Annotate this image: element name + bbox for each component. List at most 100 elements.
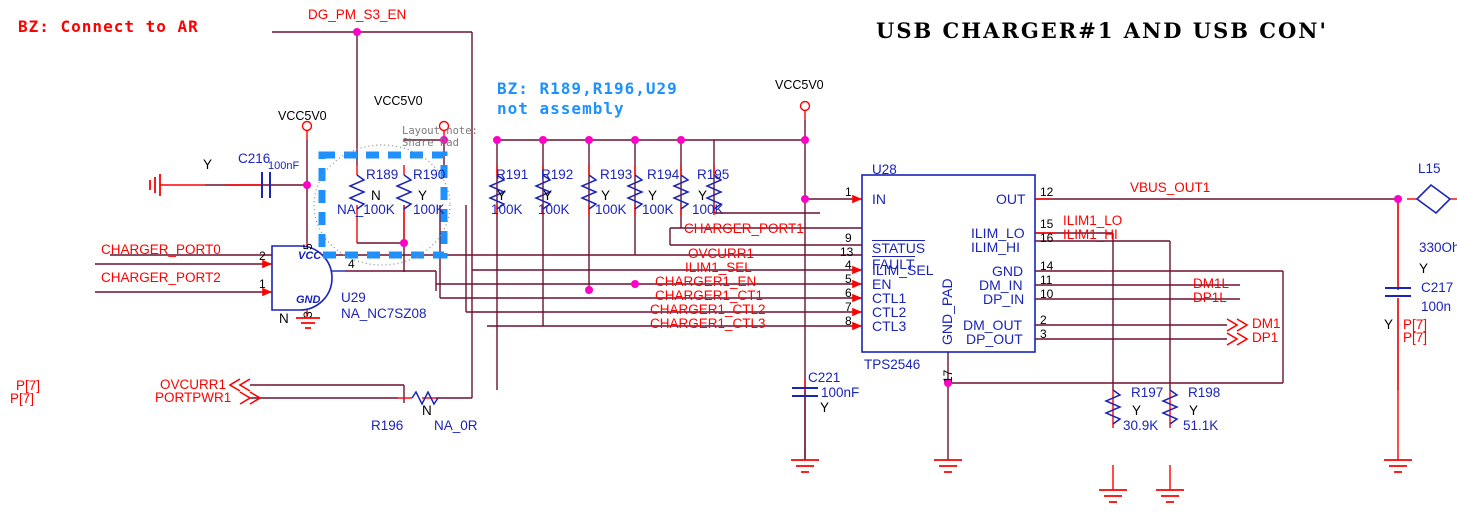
net-label-dp1: DP1 bbox=[1252, 330, 1279, 345]
net-label-dm1: DM1 bbox=[1252, 316, 1281, 331]
u28-pin-label-dm-out: DM_OUT bbox=[963, 317, 1023, 333]
fit-l15: Y bbox=[1419, 261, 1429, 276]
value-c217: 100n bbox=[1421, 299, 1452, 314]
fit-r189: N bbox=[371, 188, 381, 203]
u28-pin-label-ilim-sel: ILIM_SEL bbox=[872, 262, 934, 278]
u28-pin-num-2: 2 bbox=[1040, 313, 1047, 327]
u28-pin-num-9: 9 bbox=[845, 231, 852, 245]
net-label-charger-port2: CHARGER_PORT2 bbox=[101, 270, 221, 285]
u29-pin-num-3: 3 bbox=[301, 311, 315, 318]
schematic-sheet: USB CHARGER#1 AND USB CON' BZ: Connect t… bbox=[0, 0, 1457, 519]
u28-pin-num-6: 6 bbox=[845, 286, 852, 300]
u29-pin-num-1: 1 bbox=[259, 277, 266, 291]
value-l15: 330Oh bbox=[1419, 240, 1457, 255]
u28-pin-label-ctl2: CTL2 bbox=[872, 304, 907, 320]
u28-pin-num-14: 14 bbox=[1040, 259, 1054, 273]
u29-pin-gnd-label: GND bbox=[296, 294, 321, 306]
ref-r196: R196 bbox=[371, 418, 404, 433]
u28-pin-label-status: STATUS bbox=[872, 240, 926, 256]
u28-pin-num-15: 15 bbox=[1040, 217, 1054, 231]
u28-pin-label-out: OUT bbox=[996, 191, 1026, 207]
u28-pin-num-16: 16 bbox=[1040, 231, 1054, 245]
ref-c217: C217 bbox=[1421, 280, 1454, 295]
fit-r190: Y bbox=[418, 188, 428, 203]
value-r195: 100K bbox=[692, 202, 724, 217]
value-c216: 100nF bbox=[268, 160, 300, 172]
u28-pin-num-12: 12 bbox=[1040, 185, 1054, 199]
fit-r197: Y bbox=[1132, 403, 1142, 418]
net-label-ovcurr1: OVCURR1 bbox=[688, 246, 755, 261]
u28-pin-num-17: 17 bbox=[941, 369, 955, 383]
net-label-charger1-ct1: CHARGER1_CT1 bbox=[655, 288, 764, 303]
u28-pin-label-dp-out: DP_OUT bbox=[966, 331, 1023, 347]
u28-pin-label-ctl1: CTL1 bbox=[872, 290, 907, 306]
value-r194: 100K bbox=[642, 202, 674, 217]
page-ref-c217-2: P[7] bbox=[1403, 330, 1428, 345]
u28-pin-label-ilim-lo: ILIM_LO bbox=[971, 225, 1025, 241]
net-label-vbus-out1: VBUS_OUT1 bbox=[1130, 180, 1211, 195]
u28-pin-label-ilim-hi: ILIM_HI bbox=[971, 239, 1021, 255]
u28-pin-num-3: 3 bbox=[1040, 327, 1047, 341]
net-label-ilim1-sel: ILIM1_SEL bbox=[685, 260, 752, 275]
ferrite-bead-symbol bbox=[1415, 183, 1452, 215]
power-label-vcc5v0-mid: VCC5V0 bbox=[374, 94, 423, 108]
value-r196: NA_0R bbox=[434, 418, 478, 433]
u28-pin-label-in: IN bbox=[872, 191, 886, 207]
note-bz-connect: BZ: Connect to AR bbox=[18, 17, 199, 36]
u28-pin-num-13: 13 bbox=[840, 245, 854, 259]
u28-pin-label-gnd-pad: GND_PAD bbox=[939, 278, 955, 345]
u28-pin-label-en: EN bbox=[872, 276, 892, 292]
net-label-charger-port0: CHARGER_PORT0 bbox=[101, 242, 221, 257]
fit-c216: Y bbox=[203, 157, 213, 172]
fit-c217: Y bbox=[1384, 317, 1394, 332]
u28-pin-num-11: 11 bbox=[1040, 273, 1053, 287]
u28-pin-num-8: 8 bbox=[845, 314, 852, 328]
net-label-portpwr1-offpage: PORTPWR1 bbox=[155, 390, 232, 405]
layout-note-line1: Layout note: bbox=[402, 125, 478, 137]
u29-pin-vcc-label: VCC bbox=[298, 250, 322, 262]
u28-pin-num-5: 5 bbox=[845, 272, 852, 286]
ref-r190: R190 bbox=[413, 167, 446, 182]
ref-l15: L15 bbox=[1418, 161, 1441, 176]
value-r191: 100K bbox=[491, 202, 523, 217]
u28-pin-label-dm-in: DM_IN bbox=[979, 277, 1023, 293]
ref-r198: R198 bbox=[1188, 385, 1221, 400]
u28-pin-label-gnd: GND bbox=[992, 263, 1024, 279]
ref-u28: U28 bbox=[872, 162, 897, 177]
net-label-charger1-ctl2: CHARGER1_CTL2 bbox=[650, 302, 766, 317]
value-r198: 51.1K bbox=[1183, 418, 1219, 433]
power-label-vcc5v0-left: VCC5V0 bbox=[278, 109, 327, 123]
offpage-symbols bbox=[228, 318, 1249, 405]
ref-r189: R189 bbox=[366, 167, 399, 182]
ref-c216: C216 bbox=[238, 151, 271, 166]
net-label-dp1l: DP1L bbox=[1193, 290, 1227, 305]
u28-pin-num-4: 4 bbox=[845, 258, 852, 272]
net-label-charger1-ctl3: CHARGER1_CTL3 bbox=[650, 316, 766, 331]
fit-r196: N bbox=[422, 403, 432, 418]
fit-r194: Y bbox=[648, 188, 658, 203]
u28-pin-num-1: 1 bbox=[845, 185, 852, 199]
net-label-dg-pm-s3-en: DG_PM_S3_EN bbox=[308, 7, 407, 22]
net-label-charger-port1: CHARGER_PORT1 bbox=[684, 221, 804, 236]
u29-gnd-flag: N bbox=[279, 311, 289, 326]
value-r197: 30.9K bbox=[1123, 418, 1159, 433]
ref-r197: R197 bbox=[1131, 385, 1164, 400]
net-label-ilim1-hi: ILIM1_HI bbox=[1063, 227, 1118, 242]
net-label-ilim1-lo: ILIM1_LO bbox=[1063, 213, 1123, 228]
part-u29: NA_NC7SZ08 bbox=[341, 306, 427, 321]
value-c221: 100nF bbox=[821, 385, 860, 400]
u28-pin-label-dp-in: DP_IN bbox=[983, 291, 1025, 307]
ref-r194: R194 bbox=[647, 167, 680, 182]
ref-u29: U29 bbox=[341, 290, 366, 305]
ref-r195: R195 bbox=[697, 167, 730, 182]
u28-pin-num-7: 7 bbox=[845, 300, 852, 314]
u29-pin-num-2: 2 bbox=[259, 249, 266, 263]
layout-note-line2: Share Pad bbox=[402, 137, 459, 149]
net-label-dm1l: DM1L bbox=[1193, 276, 1230, 291]
fit-r192: Y bbox=[543, 188, 553, 203]
fit-r198: Y bbox=[1189, 403, 1199, 418]
u29-pin-num-5: 5 bbox=[301, 243, 315, 250]
u28-pin-label-ctl3: CTL3 bbox=[872, 318, 907, 334]
ref-c221: C221 bbox=[808, 370, 841, 385]
ref-r192: R192 bbox=[541, 167, 574, 182]
